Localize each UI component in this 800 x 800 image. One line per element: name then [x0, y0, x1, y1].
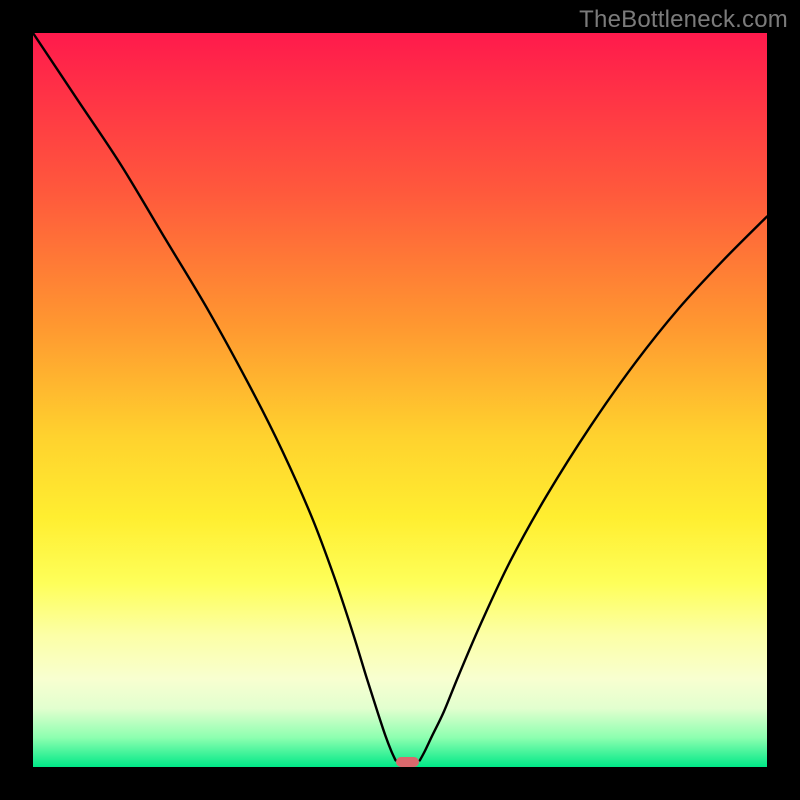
chart-frame: TheBottleneck.com: [0, 0, 800, 800]
curve-left-branch: [33, 33, 396, 760]
optimum-marker: [396, 757, 419, 767]
plot-area: [33, 33, 767, 767]
curve-right-branch: [420, 217, 767, 761]
watermark-text: TheBottleneck.com: [579, 6, 788, 34]
bottleneck-curve: [33, 33, 767, 767]
